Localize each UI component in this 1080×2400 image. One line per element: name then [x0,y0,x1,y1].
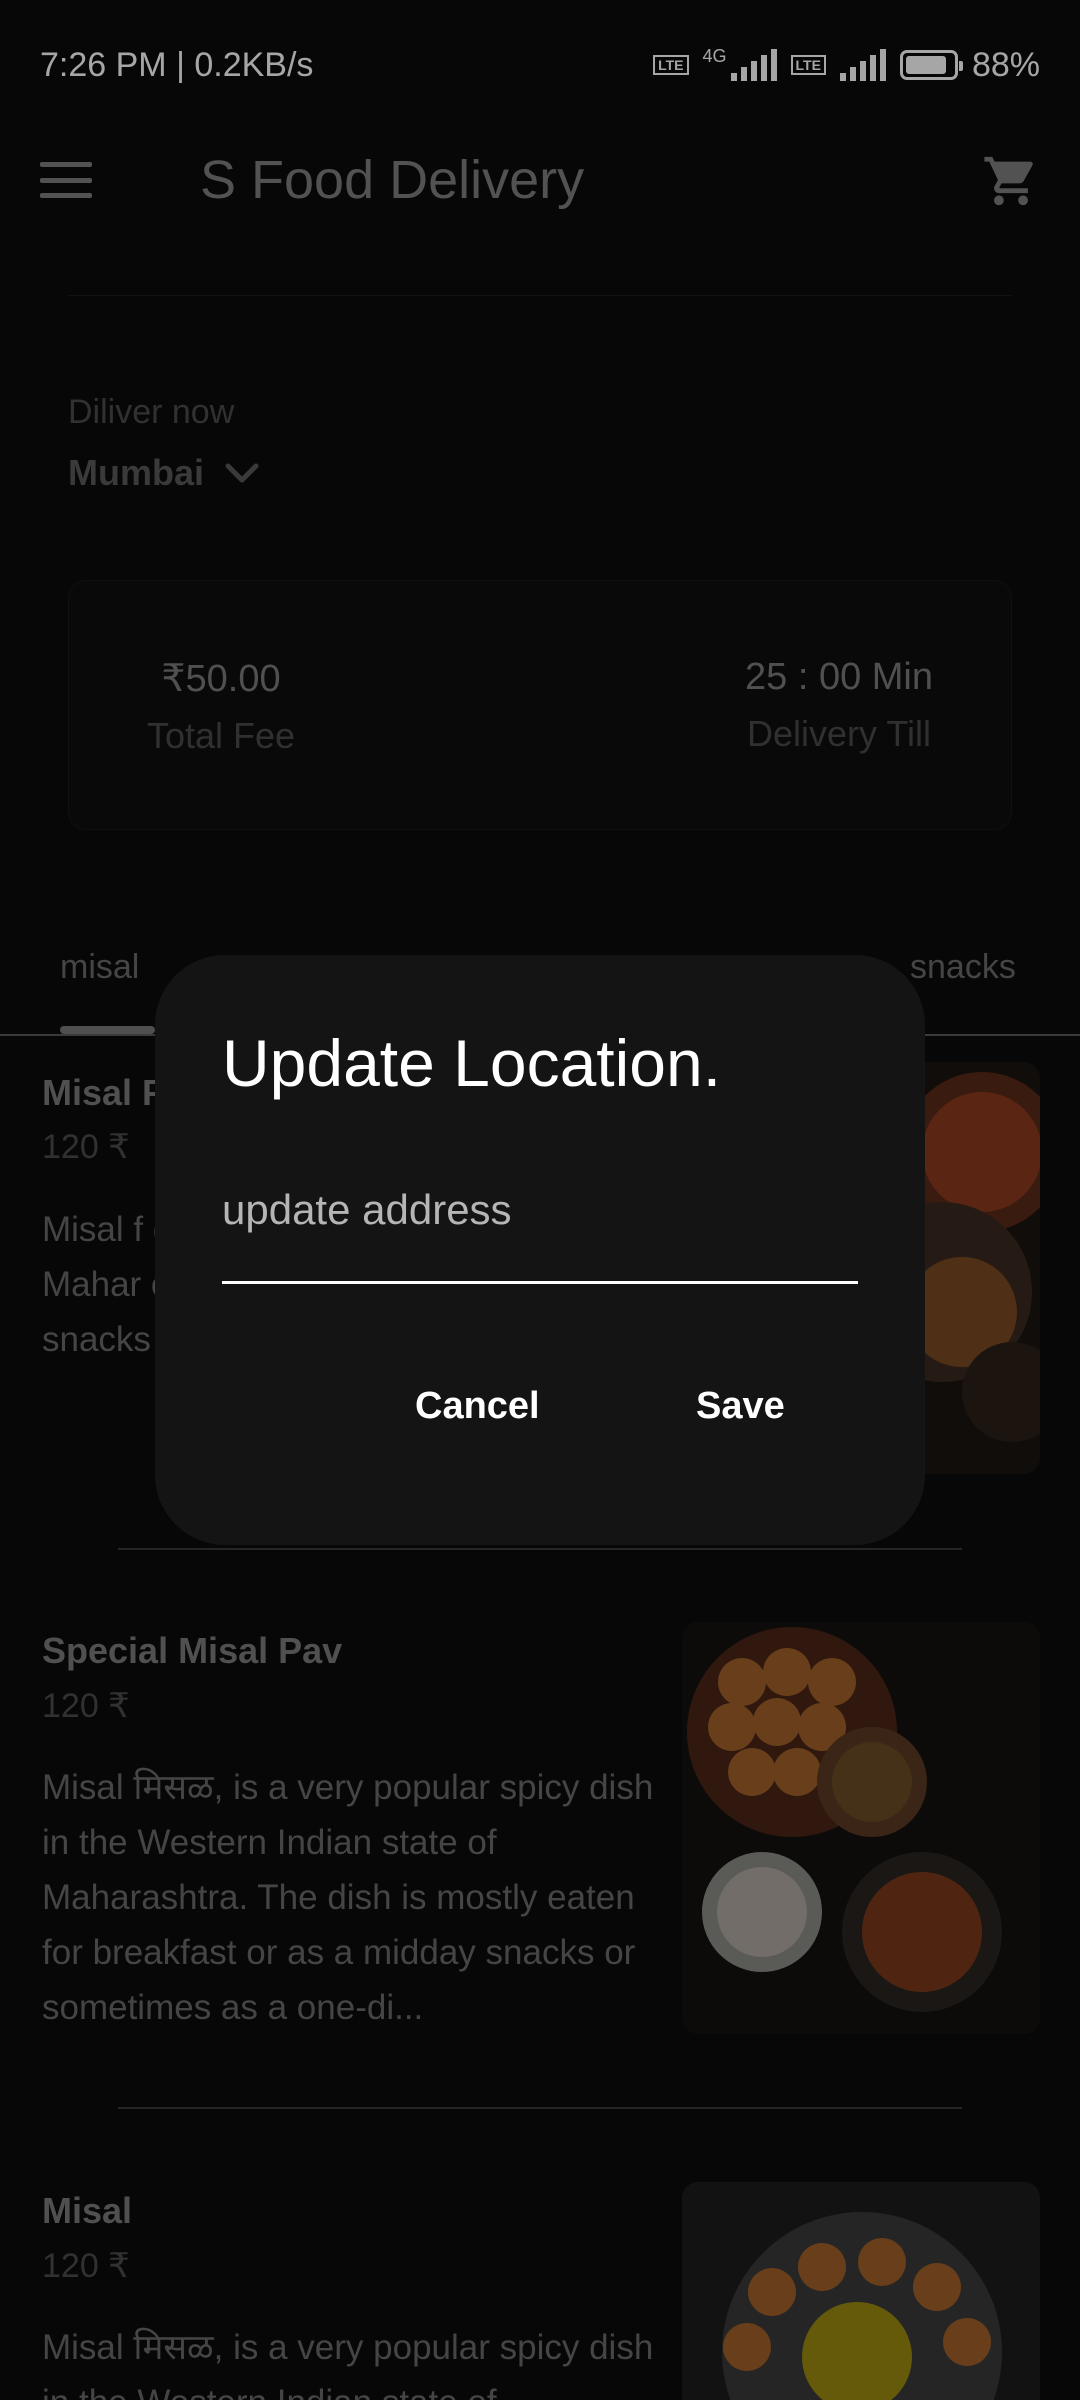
dialog-title: Update Location. [222,1026,722,1100]
cancel-button[interactable]: Cancel [415,1385,540,1428]
address-input[interactable] [222,1180,858,1240]
input-underline [222,1281,858,1284]
update-location-dialog: Update Location. Cancel Save [155,955,925,1545]
save-button[interactable]: Save [696,1385,785,1428]
